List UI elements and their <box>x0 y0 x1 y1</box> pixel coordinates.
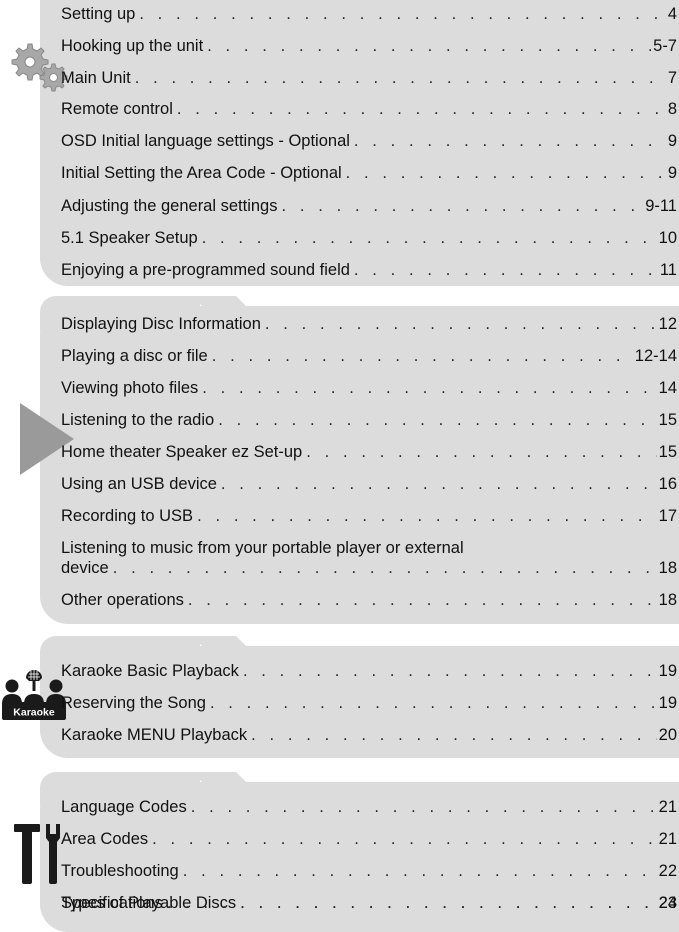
toc-entry-title: Reserving the Song <box>61 694 206 712</box>
toc-entry-title: Remote control <box>61 100 173 118</box>
toc-entry-title: Recording to USB <box>61 507 194 525</box>
toc-entry[interactable]: Viewing photo files. . . . . . . . . . .… <box>61 378 677 398</box>
toc-entry[interactable]: Other operations. . . . . . . . . . . . … <box>61 590 677 610</box>
toc-entry[interactable]: Listening to the radio. . . . . . . . . … <box>61 410 677 430</box>
toc-page-number: 8 <box>667 100 677 118</box>
toc-entry-title: Karaoke Basic Playback <box>61 662 239 680</box>
toc-entry-title-line1: Listening to music from your portable pl… <box>61 539 464 557</box>
toc-page-number: 17 <box>658 507 677 525</box>
toc-page-number: 21 <box>658 798 677 816</box>
toc-entry[interactable]: OSD Initial language settings - Optional… <box>61 131 677 151</box>
toc-entry-title: Area Codes <box>61 830 149 848</box>
karaoke-icon-label: Karaoke <box>13 707 55 719</box>
toc-page-number: 20 <box>658 726 677 744</box>
toc-entry-title: Displaying Disc Information <box>61 315 261 333</box>
toc-page-number: 22 <box>658 862 677 880</box>
toc-entry[interactable]: Main Unit. . . . . . . . . . . . . . . .… <box>61 68 677 88</box>
toc-entry-title: 5.1 Speaker Setup <box>61 229 198 247</box>
toc-page-number: 16 <box>658 475 677 493</box>
toc-entry[interactable]: Language Codes. . . . . . . . . . . . . … <box>61 797 677 817</box>
toc-entry-title: Main Unit <box>61 69 131 87</box>
toc-page-number: 12 <box>658 315 677 333</box>
toc-page-number: 9 <box>667 132 677 150</box>
toc-entry-title: Enjoying a pre-programmed sound field <box>61 261 350 279</box>
toc-page-number: 11 <box>659 261 677 279</box>
toc-entry-title: Viewing photo files <box>61 379 199 397</box>
toc-entry[interactable]: Hooking up the unit. . . . . . . . . . .… <box>61 36 677 56</box>
toc-entry-title: Playing a disc or file <box>61 347 208 365</box>
toc-entry-title: Initial Setting the Area Code - Optional <box>61 164 342 182</box>
toc-entry-title: Listening to the radio <box>61 411 215 429</box>
toc-entry-title: Specifications <box>61 894 163 912</box>
toc-page-number: 9-11 <box>645 197 677 215</box>
toc-page-number: 4 <box>667 5 677 23</box>
karaoke-icon: Karaoke <box>2 664 66 720</box>
toc-entry-title: Setting up <box>61 5 136 23</box>
toc-entry[interactable]: Karaoke MENU Playback. . . . . . . . . .… <box>61 725 677 745</box>
toc-page-number: 18 <box>658 591 677 609</box>
toc-entry-title: Home theater Speaker ez Set-up <box>61 443 303 461</box>
toc-entry[interactable]: Using an USB device. . . . . . . . . . .… <box>61 474 677 494</box>
toc-page-number: 24 <box>658 894 677 912</box>
toc-entry-title: Language Codes <box>61 798 187 816</box>
toc-entry[interactable]: Area Codes. . . . . . . . . . . . . . . … <box>61 829 677 849</box>
toc-entry-title: Adjusting the general settings <box>61 197 278 215</box>
toc-page-number: 15 <box>658 443 677 461</box>
toc-entry[interactable]: Troubleshooting. . . . . . . . . . . . .… <box>61 861 677 881</box>
toc-entry-title: Using an USB device <box>61 475 217 493</box>
toc-entry[interactable]: Home theater Speaker ez Set-up. . . . . … <box>61 442 677 462</box>
toc-page-number: 18 <box>658 559 677 577</box>
toc-entry[interactable]: 5.1 Speaker Setup. . . . . . . . . . . .… <box>61 228 677 248</box>
toc-entry[interactable]: Remote control. . . . . . . . . . . . . … <box>61 99 677 119</box>
toc-page-number: 14 <box>658 379 677 397</box>
toc-entry-title: Other operations <box>61 591 184 609</box>
toc-page-number: 9 <box>667 164 677 182</box>
toc-page-number: 7 <box>667 69 677 87</box>
toc-entry[interactable]: Setting up. . . . . . . . . . . . . . . … <box>61 4 677 24</box>
toc-entry[interactable]: Recording to USB. . . . . . . . . . . . … <box>61 506 677 526</box>
toc-page-number: 5-7 <box>653 37 677 55</box>
toc-entry[interactable]: Adjusting the general settings. . . . . … <box>61 196 677 216</box>
toc-page-number: 21 <box>658 830 677 848</box>
toc-entry[interactable]: Initial Setting the Area Code - Optional… <box>61 163 677 183</box>
toc-entry[interactable]: Karaoke Basic Playback. . . . . . . . . … <box>61 661 677 681</box>
toc-entry[interactable]: Displaying Disc Information. . . . . . .… <box>61 314 677 334</box>
toc-entry-title: device <box>61 559 109 577</box>
toc-entry[interactable]: Reserving the Song. . . . . . . . . . . … <box>61 693 677 713</box>
toc-entry[interactable]: Enjoying a pre-programmed sound field. .… <box>61 260 677 280</box>
toc-entry-title: OSD Initial language settings - Optional <box>61 132 350 150</box>
toc-page-number: 15 <box>658 411 677 429</box>
toc-page-number: 19 <box>658 694 677 712</box>
toc-entry-title: Troubleshooting <box>61 862 179 880</box>
toc-entry-title: Karaoke MENU Playback <box>61 726 248 744</box>
toc-entry[interactable]: Specifications. . . . . . . . . . . . . … <box>61 893 677 913</box>
toc-entry-title: Hooking up the unit <box>61 37 204 55</box>
toc-page-number: 10 <box>658 229 677 247</box>
toc-page-number: 12-14 <box>634 347 677 365</box>
toc-entry[interactable]: Playing a disc or file. . . . . . . . . … <box>61 346 677 366</box>
toc-page-number: 19 <box>658 662 677 680</box>
toc-entry[interactable]: Listening to music from your portable pl… <box>61 538 677 578</box>
